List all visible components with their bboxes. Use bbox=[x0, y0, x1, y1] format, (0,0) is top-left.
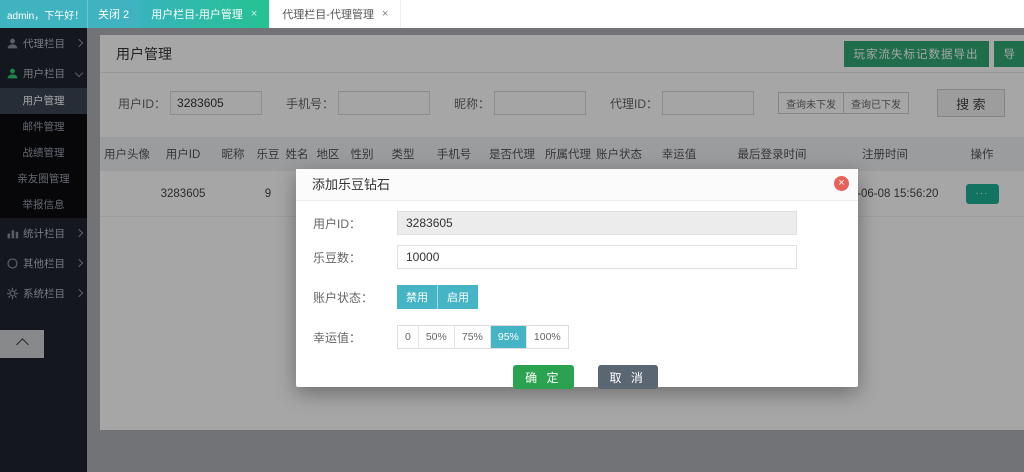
topbar: admin，下午好！ 关闭 2 用户栏目-用户管理 × 代理栏目-代理管理 × bbox=[0, 0, 1024, 28]
tab-user-management[interactable]: 用户栏目-用户管理 × bbox=[139, 0, 270, 28]
modal-status-label: 账户状态： bbox=[313, 289, 397, 306]
tab-agent-management[interactable]: 代理栏目-代理管理 × bbox=[270, 0, 401, 28]
modal-title: 添加乐豆钻石 bbox=[296, 169, 858, 201]
modal-ledou-label: 乐豆数： bbox=[313, 249, 397, 266]
modal-footer: 确 定 取 消 bbox=[313, 365, 858, 389]
modal-user-id-label: 用户ID： bbox=[313, 215, 397, 232]
tab-label: 用户栏目-用户管理 bbox=[151, 6, 243, 22]
lucky-100-button[interactable]: 100% bbox=[527, 326, 568, 348]
user-greeting: admin，下午好！ bbox=[0, 0, 87, 28]
confirm-button[interactable]: 确 定 bbox=[513, 365, 573, 389]
modal-ledou-input[interactable] bbox=[397, 245, 797, 269]
close-icon[interactable]: × bbox=[382, 8, 388, 20]
status-enable-button[interactable]: 启用 bbox=[437, 285, 478, 309]
lucky-95-button[interactable]: 95% bbox=[491, 326, 527, 348]
modal-close-icon[interactable]: × bbox=[834, 176, 849, 191]
modal-lucky-label: 幸运值： bbox=[313, 329, 397, 346]
cancel-button[interactable]: 取 消 bbox=[598, 365, 658, 389]
lucky-value-group: 0 50% 75% 95% 100% bbox=[397, 325, 569, 349]
lucky-0-button[interactable]: 0 bbox=[398, 326, 419, 348]
modal-user-id-input bbox=[397, 211, 797, 235]
close-icon[interactable]: × bbox=[251, 8, 257, 20]
close-tabs-button[interactable]: 关闭 2 bbox=[87, 0, 139, 28]
modal-body: 用户ID： 乐豆数： 账户状态： 禁用 启用 幸运值： 0 50% 75% 95… bbox=[296, 201, 858, 389]
account-status-toggle: 禁用 启用 bbox=[397, 285, 478, 309]
tab-label: 代理栏目-代理管理 bbox=[282, 6, 374, 22]
add-ledou-modal: 添加乐豆钻石 × 用户ID： 乐豆数： 账户状态： 禁用 启用 幸运值： 0 5… bbox=[296, 169, 858, 387]
lucky-75-button[interactable]: 75% bbox=[455, 326, 491, 348]
status-disable-button[interactable]: 禁用 bbox=[397, 285, 437, 309]
lucky-50-button[interactable]: 50% bbox=[419, 326, 455, 348]
